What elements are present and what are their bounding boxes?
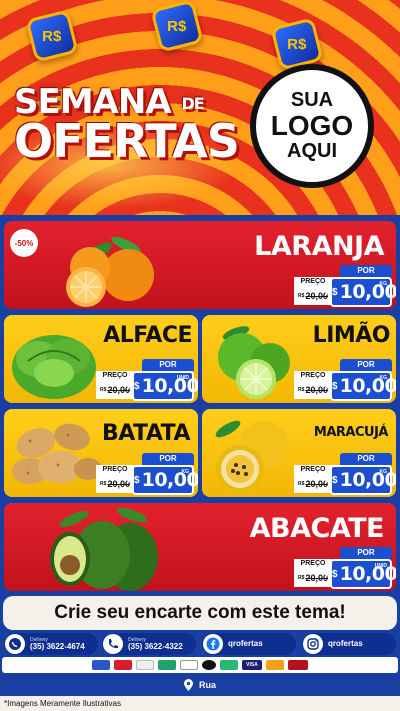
avocado-icon xyxy=(50,507,158,591)
product-name: BATATA xyxy=(101,421,191,446)
coin-icon: R$ xyxy=(150,0,204,53)
price-tag: POR PREÇO R$ 20,00 R$ 10,00 UNID xyxy=(294,547,396,589)
card-icon xyxy=(136,660,154,670)
orange-icon xyxy=(66,236,154,307)
lime-icon xyxy=(218,326,290,399)
payment-methods: VISA xyxy=(2,657,398,673)
card-icon xyxy=(220,660,238,670)
new-price: R$ 10,00 UNID xyxy=(127,371,198,401)
contact-instagram[interactable]: qrofertas xyxy=(302,633,396,655)
price-tag: POR PREÇO R$ 20,00 R$ 10,00 KG xyxy=(294,359,396,401)
card-icon xyxy=(202,660,216,670)
contact-phone[interactable]: Delivery (35) 3622-4322 xyxy=(102,633,196,655)
price-tag: POR PREÇO R$ 20,00 R$ 10,00 UNID xyxy=(96,359,198,401)
product-name: LIMÃO xyxy=(312,323,391,348)
card-icon xyxy=(180,660,198,670)
address[interactable]: Rua xyxy=(0,675,400,695)
new-price: R$ 10,00 KG xyxy=(127,465,198,495)
header-banner: R$ R$ R$ SEMANA DE OFERTAS SUA LOGO AQUI xyxy=(0,0,400,215)
hipercard-icon xyxy=(288,660,308,670)
product-card-laranja[interactable]: -50% LARANJA POR PREÇO R$ 20,00 R$ 10,00 K… xyxy=(4,221,396,309)
card-icon xyxy=(92,660,110,670)
new-price: R$ 10,00 KG xyxy=(325,465,396,495)
product-card-alface[interactable]: ALFACE POR PREÇO R$ 20,00 R$ 10,00 UNID xyxy=(4,315,198,403)
new-price: R$ 10,00 UNID xyxy=(325,559,396,589)
product-card-limao[interactable]: LIMÃO POR PREÇO R$ 20,00 R$ 10,00 KG xyxy=(202,315,396,403)
phone-icon xyxy=(103,634,123,654)
instagram-icon xyxy=(303,634,323,654)
disclaimer: *Imagens Meramente Ilustrativas xyxy=(0,696,400,711)
contact-facebook[interactable]: qrofertas xyxy=(202,633,296,655)
product-name: LARANJA xyxy=(254,231,384,262)
whatsapp-icon xyxy=(5,634,25,654)
semana-ofertas-title: SEMANA DE OFERTAS xyxy=(14,82,240,168)
logo-placeholder[interactable]: SUA LOGO AQUI xyxy=(250,64,374,188)
price-tag: POR PREÇO R$ 20,00 R$ 10,00 KG xyxy=(294,265,396,307)
coin-icon: R$ xyxy=(270,17,324,71)
product-card-maracuja[interactable]: MARACUJÁ POR PREÇO R$ 20,00 R$ 10,00 KG xyxy=(202,409,396,497)
visa-logo: VISA xyxy=(242,660,262,670)
product-name: ALFACE xyxy=(103,323,192,348)
new-price: R$ 10,00 KG xyxy=(325,371,396,401)
discount-badge: -50% xyxy=(10,229,38,257)
new-price: R$ 10,00 KG xyxy=(325,277,396,307)
lettuce-icon xyxy=(12,335,96,399)
product-name: ABACATE xyxy=(249,513,385,544)
price-tag: POR PREÇO R$ 20,00 R$ 10,00 KG xyxy=(96,453,198,495)
facebook-icon xyxy=(203,634,223,654)
location-pin-icon xyxy=(183,679,193,691)
product-card-batata[interactable]: BATATA POR PREÇO R$ 20,00 R$ 10,00 KG xyxy=(4,409,198,497)
product-name: MARACUJÁ xyxy=(313,425,389,440)
card-icon xyxy=(114,660,132,670)
contacts-bar: Delivery (35) 3622-4674 Delivery (35) 3622… xyxy=(0,633,400,657)
product-card-abacate[interactable]: ABACATE POR PREÇO R$ 20,00 R$ 10,00 UNID xyxy=(4,503,396,591)
passion-fruit-icon xyxy=(215,420,288,493)
price-tag: POR PREÇO R$ 20,00 R$ 10,00 KG xyxy=(294,453,396,495)
potato-icon xyxy=(12,423,102,484)
mastercard-icon xyxy=(266,660,284,670)
contact-whatsapp[interactable]: Delivery (35) 3622-4674 xyxy=(4,633,98,655)
card-icon xyxy=(158,660,176,670)
coin-icon: R$ xyxy=(25,9,79,63)
cta-banner[interactable]: Crie seu encarte com este tema! xyxy=(3,596,397,630)
